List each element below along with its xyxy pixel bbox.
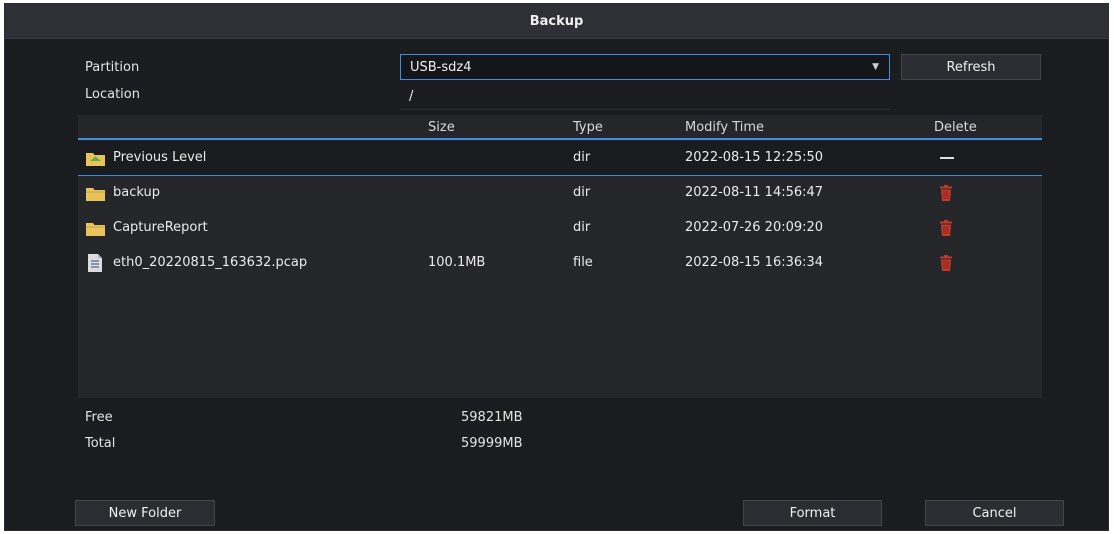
location-value: /	[409, 88, 414, 104]
row-type: dir	[573, 185, 591, 200]
row-type: file	[573, 255, 593, 270]
refresh-button[interactable]: Refresh	[901, 54, 1041, 80]
total-value: 59999MB	[461, 436, 523, 451]
partition-select[interactable]: USB-sdz4 ▼	[400, 54, 890, 80]
location-field[interactable]: /	[400, 83, 890, 110]
folder-icon	[86, 188, 105, 201]
folder-up-icon	[86, 153, 105, 166]
row-time: 2022-08-15 12:25:50	[685, 150, 824, 165]
table-row-previous-level[interactable]: Previous Level dir 2022-08-15 12:25:50	[78, 141, 1042, 176]
row-name: Previous Level	[113, 150, 207, 165]
row-name: eth0_20220815_163632.pcap	[113, 255, 308, 270]
new-folder-button[interactable]: New Folder	[75, 500, 215, 526]
format-button[interactable]: Format	[743, 500, 882, 526]
trash-icon[interactable]	[940, 185, 952, 201]
free-value: 59821MB	[461, 410, 523, 425]
row-time: 2022-08-11 14:56:47	[685, 185, 824, 200]
backup-dialog: Backup Partition USB-sdz4 ▼ Refresh Loca…	[4, 3, 1109, 531]
column-type: Type	[573, 120, 603, 135]
file-table: Size Type Modify Time Delete Previous Le…	[78, 115, 1042, 398]
row-type: dir	[573, 220, 591, 235]
file-icon	[88, 254, 102, 272]
row-time: 2022-07-26 20:09:20	[685, 220, 824, 235]
chevron-down-icon: ▼	[872, 62, 879, 72]
trash-icon[interactable]	[940, 220, 952, 236]
row-time: 2022-08-15 16:36:34	[685, 255, 824, 270]
free-label: Free	[85, 410, 113, 425]
total-label: Total	[85, 436, 116, 451]
column-modify-time: Modify Time	[685, 120, 765, 135]
column-size: Size	[428, 120, 455, 135]
location-label: Location	[85, 87, 140, 102]
table-row-capturereport[interactable]: CaptureReport dir 2022-07-26 20:09:20	[78, 211, 1042, 246]
dialog-title: Backup	[5, 4, 1108, 39]
partition-value: USB-sdz4	[410, 59, 472, 75]
cancel-button[interactable]: Cancel	[925, 500, 1064, 526]
trash-icon[interactable]	[940, 255, 952, 271]
column-delete: Delete	[934, 120, 977, 135]
row-size: 100.1MB	[428, 255, 486, 270]
table-row-pcap-file[interactable]: eth0_20220815_163632.pcap 100.1MB file 2…	[78, 246, 1042, 281]
row-name: CaptureReport	[113, 220, 208, 235]
table-row-backup[interactable]: backup dir 2022-08-11 14:56:47	[78, 176, 1042, 211]
table-header: Size Type Modify Time Delete	[78, 115, 1042, 140]
row-type: dir	[573, 150, 591, 165]
partition-label: Partition	[85, 60, 140, 75]
row-name: backup	[113, 185, 160, 200]
dash-icon	[940, 157, 954, 159]
folder-icon	[86, 223, 105, 236]
